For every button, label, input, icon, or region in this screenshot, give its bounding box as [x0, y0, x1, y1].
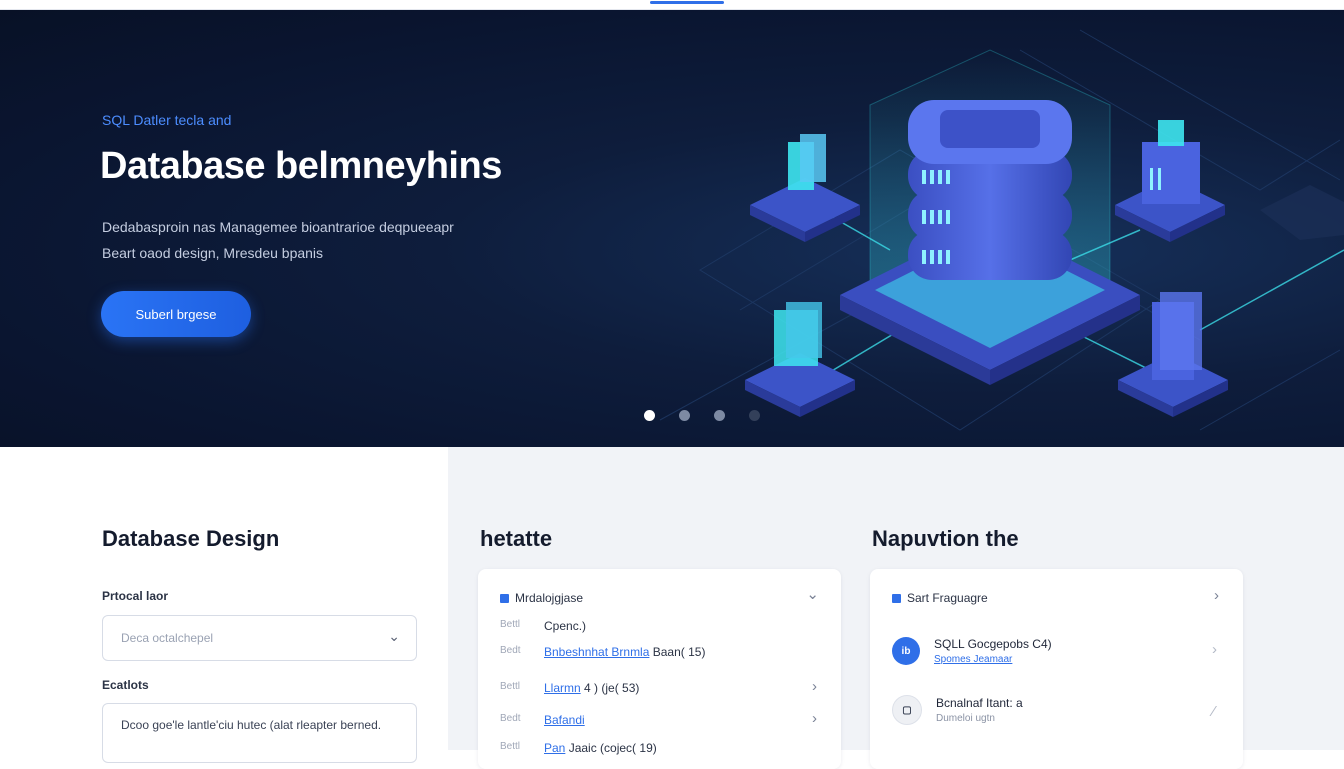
row-key: Bettl	[500, 681, 521, 692]
item-secondary-link[interactable]: Spomes Jeamaar	[934, 654, 1052, 665]
row-link[interactable]: Bnbeshnhat Brnmla	[544, 645, 649, 659]
hero-cta-button[interactable]: Suberl brgese	[101, 291, 251, 337]
right-card-header-label: Sart Fraguagre	[907, 591, 988, 605]
square-icon	[892, 593, 901, 603]
carousel-dots	[644, 410, 760, 421]
background-tile	[1260, 185, 1344, 240]
list-item[interactable]: ib SQLL Gocgepobs C4) Spomes Jeamaar	[892, 637, 1052, 665]
top-bar	[0, 0, 1344, 10]
row-extra: Baan( 15)	[652, 645, 706, 659]
chevron-down-icon[interactable]: ⌄	[806, 585, 819, 603]
hero-description-line: Dedabasproin nas Managemee bioantrarioe …	[102, 219, 454, 235]
item-primary: SQLL Gocgepobs C4)	[934, 637, 1052, 651]
square-icon	[500, 593, 509, 603]
database-stack	[908, 100, 1072, 280]
item-secondary: Dumeloi ugtn	[936, 713, 995, 724]
row-link[interactable]: Pan	[544, 741, 565, 755]
row-key: Bettl	[500, 741, 521, 752]
list-item: Bettl Pan Jaaic (cojec( 19)	[500, 741, 657, 755]
database-illustration	[659, 29, 1344, 431]
row-extra: 4 ) (je( 53)	[584, 681, 640, 695]
hero-description-line: Beart oaod design, Mresdeu bpanis	[102, 245, 324, 261]
chevron-right-icon[interactable]: ›	[1214, 587, 1219, 604]
protocol-select-placeholder: Deca octalchepel	[121, 631, 214, 645]
hero-eyebrow: SQL Datler tecla and	[102, 112, 232, 128]
node-server-top-right	[1115, 120, 1225, 242]
node-files-top-left	[750, 134, 860, 242]
row-value: Cpenc.)	[544, 619, 587, 633]
field1-label: Prtocal laor	[102, 589, 169, 603]
right-card: Sart Fraguagre › ib SQLL Gocgepobs C4) S…	[870, 569, 1243, 769]
middle-card: Mrdalojgjase ⌄ Bettl Cpenc.) Bedt Bnbesh…	[478, 569, 841, 769]
edit-icon[interactable]: ⁄	[1212, 703, 1215, 720]
protocol-select[interactable]: Deca octalchepel ⌄	[102, 615, 417, 661]
middle-title: hetatte	[480, 526, 553, 551]
node-doc-bottom-left	[745, 302, 855, 417]
row-key: Bedt	[500, 713, 521, 724]
row-link[interactable]: Llarmn	[544, 681, 581, 695]
middle-card-header-label: Mrdalojgjase	[515, 591, 584, 605]
chevron-down-icon: ⌄	[388, 628, 400, 644]
chevron-right-icon[interactable]: ›	[812, 710, 817, 727]
list-item: Bettl Cpenc.)	[500, 619, 586, 633]
middle-card-header[interactable]: Mrdalojgjase	[500, 591, 583, 605]
hero-banner: SQL Datler tecla and Database belmneyhin…	[0, 10, 1344, 447]
list-item: Bedt Bnbeshnhat Brnmla Baan( 15)	[500, 645, 705, 659]
chevron-right-icon[interactable]: ›	[1212, 641, 1217, 658]
chevron-right-icon[interactable]: ›	[812, 678, 817, 695]
field2-label: Ecatlots	[102, 678, 149, 692]
active-tab-indicator[interactable]	[650, 1, 724, 4]
carousel-dot[interactable]	[644, 410, 655, 421]
row-link[interactable]: Bafandi	[544, 713, 585, 727]
item-primary: Bcnalnaf Itant: a	[936, 696, 1023, 710]
design-title: Database Design	[102, 526, 280, 551]
right-card-header[interactable]: Sart Fraguagre	[892, 591, 988, 605]
hero-title: Database belmneyhins	[100, 145, 502, 187]
carousel-dot[interactable]	[749, 410, 760, 421]
details-textarea[interactable]: Dcoo goe'le lantle'ciu hutec (alat rleap…	[102, 703, 417, 763]
row-key: Bettl	[500, 619, 521, 630]
carousel-dot[interactable]	[714, 410, 725, 421]
list-item: Bettl Llarmn 4 ) (je( 53)	[500, 681, 639, 695]
carousel-dot[interactable]	[679, 410, 690, 421]
hero-description: Dedabasproin nas Managemee bioantrarioe …	[102, 214, 542, 266]
avatar: ▢	[892, 695, 922, 725]
right-title: Napuvtion the	[872, 526, 1019, 551]
row-extra: Jaaic (cojec( 19)	[568, 741, 657, 755]
avatar: ib	[892, 637, 920, 665]
list-item[interactable]: ▢ Bcnalnaf Itant: a Dumeloi ugtn	[892, 695, 1023, 725]
list-item: Bedt Bafandi	[500, 713, 585, 727]
row-key: Bedt	[500, 645, 521, 656]
